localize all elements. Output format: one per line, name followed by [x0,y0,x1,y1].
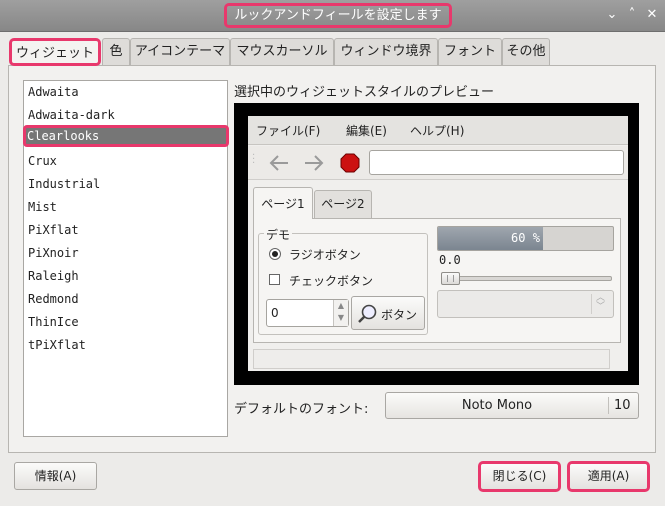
list-item[interactable]: Raleigh [24,265,227,287]
demo-frame-label: デモ [264,226,293,243]
window-title: ルックアンドフィールを設定します [224,3,452,28]
search-icon [358,304,377,323]
list-item[interactable]: PiXnoir [24,242,227,264]
preview-menubar: ファイル(F) 編集(E) ヘルプ(H) [248,116,628,145]
tab-widget[interactable]: ウィジェット [9,38,101,66]
grip-icon [447,275,454,282]
checkbox[interactable] [269,274,280,285]
list-item[interactable]: Industrial [24,173,227,195]
list-item[interactable]: PiXflat [24,219,227,241]
tab-font[interactable]: フォント [438,38,502,65]
radio-label: ラジオボタン [289,248,361,262]
minimize-button[interactable]: ˄ [624,7,640,23]
info-button[interactable]: 情報(A) [14,462,97,490]
slider-value: 0.0 [439,253,461,267]
preview-text-entry[interactable] [369,150,624,175]
list-item-selected[interactable]: Clearlooks [23,125,229,147]
apply-button[interactable]: 適用(A) [567,461,650,492]
chevron-updown-icon: ︿ ﹀ [591,294,609,314]
theme-list[interactable]: Adwaita Adwaita-dark Clearlooks Crux Ind… [23,80,229,437]
chevron-down-icon[interactable]: ▼ [338,313,344,322]
toolbar-grip: · · · [252,150,256,169]
preview-menu-file[interactable]: ファイル(F) [256,122,320,139]
forward-arrow-icon[interactable] [302,152,326,174]
list-item[interactable]: Mist [24,196,227,218]
tab-mouse-cursor[interactable]: マウスカーソル [230,38,334,65]
preview-menu-edit[interactable]: 編集(E) [346,122,387,139]
spin-value: 0 [271,306,279,320]
list-item[interactable]: tPiXflat [24,334,227,356]
list-item[interactable]: Adwaita [24,81,227,103]
list-item[interactable]: Redmond [24,288,227,310]
font-picker-button[interactable]: Noto Mono 10 [385,392,639,419]
tab-window-border[interactable]: ウィンドウ境界 [334,38,438,65]
close-button[interactable]: 閉じる(C) [478,461,561,492]
font-separator [608,397,609,414]
default-font-label: デフォルトのフォント: [234,402,369,417]
list-item[interactable]: ThinIce [24,311,227,333]
spin-arrows[interactable]: ▲ ▼ [333,300,348,326]
list-item[interactable]: Crux [24,150,227,172]
radio-button[interactable] [269,248,281,260]
tab-other[interactable]: その他 [502,38,550,65]
font-size: 10 [614,398,631,413]
preview-statusbar [253,349,610,369]
chevron-up-icon[interactable]: ▲ [338,301,344,310]
slider-handle[interactable] [441,272,460,285]
tab-icon-theme[interactable]: アイコンテーマ [130,38,230,65]
demo-button[interactable]: ボタン [351,296,425,330]
progress-text: 60 % [511,231,540,245]
slider-track[interactable] [441,276,612,281]
preview-heading: 選択中のウィジェットスタイルのプレビュー [234,85,495,100]
preview-tab-page2[interactable]: ページ2 [314,190,372,218]
back-arrow-icon[interactable] [267,152,291,174]
preview-menu-help[interactable]: ヘルプ(H) [410,122,464,139]
close-window-button[interactable]: ✕ [644,7,660,23]
stop-icon[interactable] [340,153,360,173]
tab-color[interactable]: 色 [102,38,130,65]
font-name: Noto Mono [461,398,533,413]
progress-bar: 60 % [437,226,614,251]
preview-tab-page1[interactable]: ページ1 [253,187,313,219]
check-label: チェックボタン [289,274,374,288]
demo-button-label: ボタン [381,308,418,322]
combo-box[interactable]: ︿ ﹀ [437,290,614,318]
window-menu-button[interactable]: ⌄ [604,7,620,23]
list-item[interactable]: Adwaita-dark [24,104,227,126]
title-bar: ルックアンドフィールを設定します ⌄ ˄ ✕ [0,0,665,32]
